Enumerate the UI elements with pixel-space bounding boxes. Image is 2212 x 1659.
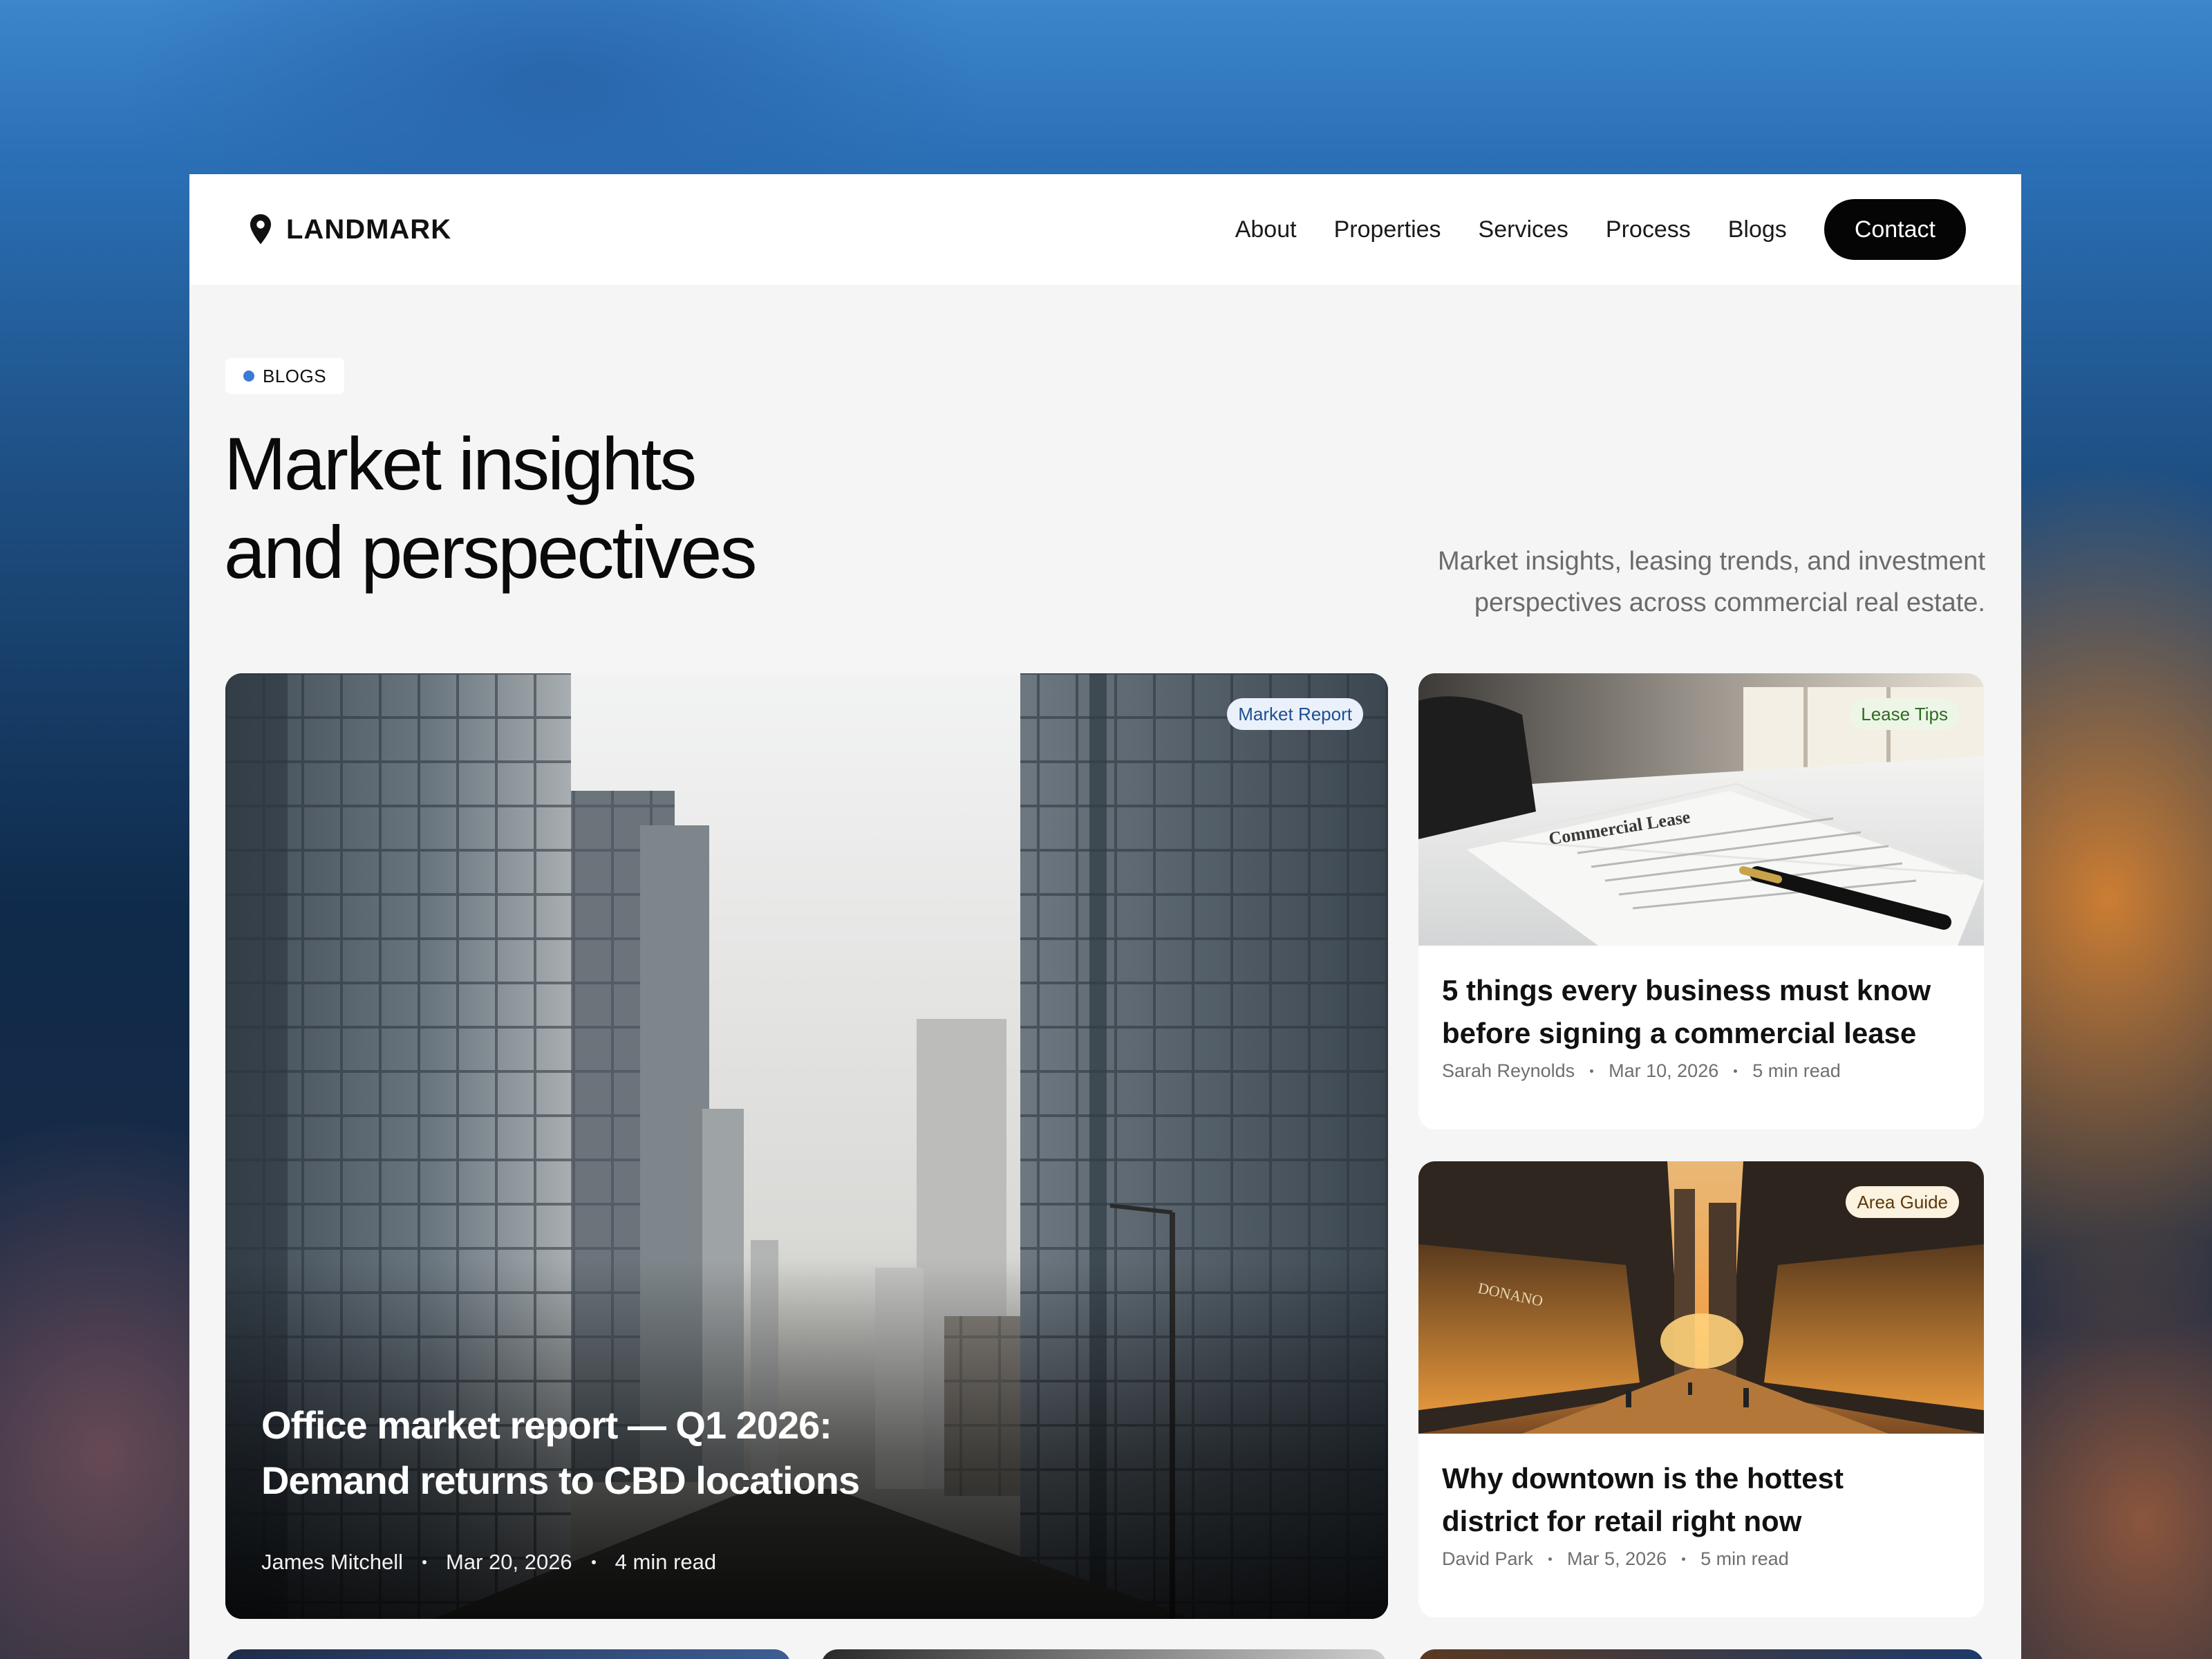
read-time: 4 min read [615,1550,717,1574]
category-tag[interactable]: Area Guide [1846,1186,1959,1218]
page-description: Market insights, leasing trends, and inv… [1294,541,1985,624]
article-title[interactable]: 5 things every business must know before… [1442,969,1967,1055]
article-meta: Sarah Reynolds Mar 10, 2026 5 min read [1442,1060,1841,1082]
badge-dot-icon [243,371,254,382]
author-name: Sarah Reynolds [1442,1060,1575,1081]
brand-name: LANDMARK [286,214,452,245]
section-badge: BLOGS [225,358,345,394]
contact-button[interactable]: Contact [1824,199,1966,260]
separator-dot [1734,1069,1738,1073]
author-name: David Park [1442,1548,1534,1569]
map-pin-icon [250,214,272,245]
article-meta: James Mitchell Mar 20, 2026 4 min read [261,1550,716,1575]
nav-link-process[interactable]: Process [1606,216,1691,243]
main-nav: About Properties Services Process Blogs … [1198,199,1966,260]
page-title: Market insights and perspectives [224,420,915,597]
next-article-card-peek[interactable] [225,1649,791,1659]
publish-date: Mar 10, 2026 [1609,1060,1719,1081]
page-description-line: Market insights, leasing trends, and inv… [1437,547,1985,576]
page-title-line: and perspectives [224,510,758,594]
featured-title-line: Demand returns to CBD locations [261,1459,860,1502]
article-meta: David Park Mar 5, 2026 5 min read [1442,1548,1789,1570]
read-time: 5 min read [1700,1548,1789,1569]
page-title-line: Market insights [224,422,697,505]
article-title-line: before signing a commercial lease [1442,1017,1917,1049]
article-title-line: Why downtown is the hottest [1442,1462,1844,1494]
publish-date: Mar 20, 2026 [446,1550,572,1574]
nav-link-services[interactable]: Services [1479,216,1568,243]
category-tag[interactable]: Market Report [1227,698,1363,730]
downtown-street-photo: DONANO Area Guide [1418,1161,1984,1434]
page-description-line: perspectives across commercial real esta… [1474,588,1985,617]
separator-dot [1548,1557,1553,1561]
brand-logo[interactable]: LANDMARK [247,213,451,246]
badge-label: BLOGS [263,365,327,386]
separator-dot [422,1560,427,1564]
featured-article-title[interactable]: Office market report — Q1 2026: Demand r… [261,1398,1022,1508]
nav-link-about[interactable]: About [1235,216,1297,243]
top-navbar: LANDMARK About Properties Services Proce… [189,174,2021,285]
article-card[interactable]: DONANO Area Guide Why downtown is the ho… [1418,1161,1984,1618]
article-title[interactable]: Why downtown is the hottest district for… [1442,1457,1967,1543]
author-name: James Mitchell [261,1550,403,1574]
featured-title-line: Office market report — Q1 2026: [261,1403,832,1447]
blog-hero: BLOGS Market insights and perspectives M… [189,285,2021,672]
next-article-card-peek[interactable] [1418,1649,1984,1659]
article-title-line: 5 things every business must know [1442,974,1931,1006]
category-tag[interactable]: Lease Tips [1850,698,1959,730]
read-time: 5 min read [1752,1060,1841,1081]
featured-article-card[interactable]: Market Report Office market report — Q1 … [225,673,1388,1619]
separator-dot [1682,1557,1686,1561]
nav-link-properties[interactable]: Properties [1334,216,1441,243]
article-title-line: district for retail right now [1442,1505,1802,1537]
nav-link-blogs[interactable]: Blogs [1728,216,1787,243]
publish-date: Mar 5, 2026 [1567,1548,1667,1569]
lease-document-photo: Commercial Lease Lease Tips [1418,673,1984,946]
next-article-card-peek[interactable] [821,1649,1387,1659]
website-window: LANDMARK About Properties Services Proce… [189,174,2021,1659]
separator-dot [1590,1069,1594,1073]
article-card[interactable]: Commercial Lease Lease Tips 5 things eve… [1418,673,1984,1130]
separator-dot [591,1560,596,1564]
